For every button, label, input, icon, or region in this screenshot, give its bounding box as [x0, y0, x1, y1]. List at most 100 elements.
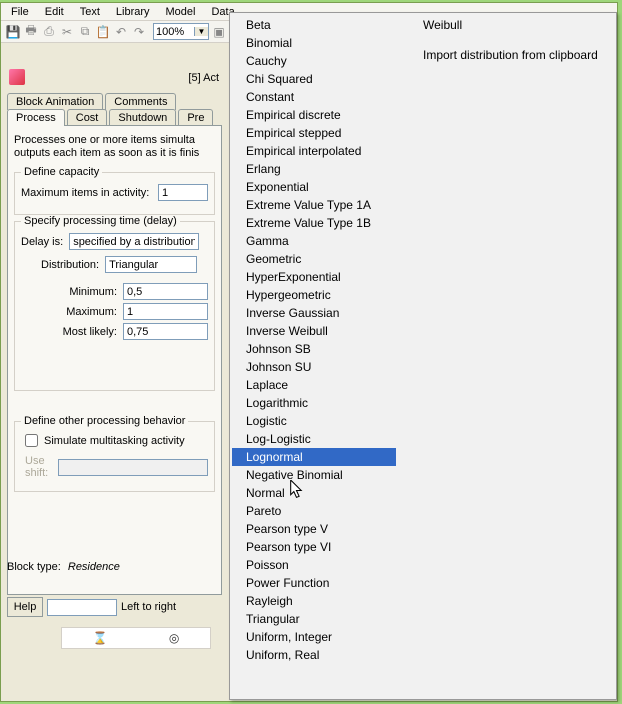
distribution-value[interactable] [106, 258, 196, 272]
dist-option-uniform-integer[interactable]: Uniform, Integer [232, 628, 396, 646]
dist-option-constant[interactable]: Constant [232, 88, 396, 106]
block-type-row: Block type: Residence [7, 561, 120, 573]
dist-option-weibull[interactable]: Weibull [409, 16, 612, 34]
distribution-label: Distribution: [41, 259, 99, 271]
help-button[interactable]: Help [7, 597, 43, 617]
max-items-input[interactable] [158, 184, 208, 201]
simulate-multitask-checkbox[interactable] [25, 434, 38, 447]
use-shift-input [58, 459, 208, 476]
fieldset-delay: Specify processing time (delay) Delay is… [14, 221, 215, 391]
tab-content-process: Processes one or more items simulta outp… [7, 125, 222, 595]
delay-is-combo[interactable] [69, 233, 199, 250]
dist-option-geometric[interactable]: Geometric [232, 250, 396, 268]
dist-option-cauchy[interactable]: Cauchy [232, 52, 396, 70]
redo-icon[interactable]: ↷ [131, 24, 147, 40]
fit-icon[interactable]: ▣ [211, 24, 227, 40]
dist-option-extreme-value-type-1b[interactable]: Extreme Value Type 1B [232, 214, 396, 232]
fieldset-other: Define other processing behavior Simulat… [14, 421, 215, 492]
save-icon[interactable]: 💾 [5, 24, 21, 40]
tab-cost[interactable]: Cost [67, 109, 108, 126]
dist-option-pearson-type-v[interactable]: Pearson type V [232, 520, 396, 538]
chevron-down-icon[interactable]: ▼ [194, 27, 208, 36]
distribution-dropdown-panel: BetaBinomialCauchyChi SquaredConstantEmp… [229, 12, 617, 700]
dist-option-empirical-stepped[interactable]: Empirical stepped [232, 124, 396, 142]
use-shift-label: Use shift: [25, 455, 52, 479]
dist-option-lognormal[interactable]: Lognormal [232, 448, 396, 466]
tab-pre[interactable]: Pre [178, 109, 213, 126]
delay-is-value[interactable] [70, 235, 198, 249]
max-items-label: Maximum items in activity: [21, 187, 158, 199]
menu-library[interactable]: Library [108, 4, 158, 20]
dist-option-normal[interactable]: Normal [232, 484, 396, 502]
most-likely-input[interactable] [123, 323, 208, 340]
dist-option-johnson-sb[interactable]: Johnson SB [232, 340, 396, 358]
menu-model[interactable]: Model [158, 4, 204, 20]
help-input[interactable] [47, 599, 117, 616]
most-likely-label: Most likely: [21, 326, 123, 338]
dist-option-rayleigh[interactable]: Rayleigh [232, 592, 396, 610]
tab-process[interactable]: Process [7, 109, 65, 126]
tab-row-1: Block Animation Comments [7, 93, 176, 110]
dist-option-inverse-weibull[interactable]: Inverse Weibull [232, 322, 396, 340]
dist-option-binomial[interactable]: Binomial [232, 34, 396, 52]
dist-option-laplace[interactable]: Laplace [232, 376, 396, 394]
legend-delay: Specify processing time (delay) [21, 215, 180, 227]
menu-file[interactable]: File [3, 4, 37, 20]
dist-option-log-logistic[interactable]: Log-Logistic [232, 430, 396, 448]
dist-option-johnson-su[interactable]: Johnson SU [232, 358, 396, 376]
dist-option-power-function[interactable]: Power Function [232, 574, 396, 592]
circle-icon: ◎ [169, 631, 179, 645]
menu-edit[interactable]: Edit [37, 4, 72, 20]
dist-option-pearson-type-vi[interactable]: Pearson type VI [232, 538, 396, 556]
legend-other: Define other processing behavior [21, 415, 188, 427]
dist-option-gamma[interactable]: Gamma [232, 232, 396, 250]
copy-icon[interactable]: ⧉ [77, 24, 93, 40]
dialog-title: [5] Act [188, 72, 219, 84]
print-icon[interactable]: 🖶 [23, 24, 39, 40]
dist-option-logistic[interactable]: Logistic [232, 412, 396, 430]
dist-option-negative-binomial[interactable]: Negative Binomial [232, 466, 396, 484]
dist-option-uniform-real[interactable]: Uniform, Real [232, 646, 396, 664]
dropdown-column-2: Weibull Import distribution from clipboar… [398, 13, 614, 699]
maximum-input[interactable] [123, 303, 208, 320]
minimum-label: Minimum: [21, 286, 123, 298]
menu-text[interactable]: Text [72, 4, 108, 20]
dialog-title-bar: [5] Act [9, 69, 219, 87]
dist-option-poisson[interactable]: Poisson [232, 556, 396, 574]
paste-icon[interactable]: 📋 [95, 24, 111, 40]
dist-option-exponential[interactable]: Exponential [232, 178, 396, 196]
help-row: Help Left to right [7, 597, 176, 617]
dist-option-empirical-discrete[interactable]: Empirical discrete [232, 106, 396, 124]
undo-icon[interactable]: ↶ [113, 24, 129, 40]
zoom-combo[interactable]: ▼ [153, 23, 209, 40]
cut-icon[interactable]: ✂ [59, 24, 75, 40]
dist-option-beta[interactable]: Beta [232, 16, 396, 34]
tab-row-2: Process Cost Shutdown Pre [7, 109, 213, 126]
dist-option-logarithmic[interactable]: Logarithmic [232, 394, 396, 412]
dist-option-erlang[interactable]: Erlang [232, 160, 396, 178]
dist-option-pareto[interactable]: Pareto [232, 502, 396, 520]
minimum-input[interactable] [123, 283, 208, 300]
legend-capacity: Define capacity [21, 166, 102, 178]
dist-option-hypergeometric[interactable]: Hypergeometric [232, 286, 396, 304]
distribution-combo[interactable] [105, 256, 197, 273]
dist-option-empirical-interpolated[interactable]: Empirical interpolated [232, 142, 396, 160]
maximum-label: Maximum: [21, 306, 123, 318]
dist-option-chi-squared[interactable]: Chi Squared [232, 70, 396, 88]
fieldset-capacity: Define capacity Maximum items in activit… [14, 172, 215, 215]
dropdown-column-1: BetaBinomialCauchyChi SquaredConstantEmp… [230, 13, 398, 699]
printer-icon[interactable]: ⎙ [41, 24, 57, 40]
dist-option-import-distribution-from-clipboard[interactable]: Import distribution from clipboard [409, 46, 612, 64]
dist-option-extreme-value-type-1a[interactable]: Extreme Value Type 1A [232, 196, 396, 214]
dist-option-triangular[interactable]: Triangular [232, 610, 396, 628]
tab-shutdown[interactable]: Shutdown [109, 109, 176, 126]
dist-option-hyperexponential[interactable]: HyperExponential [232, 268, 396, 286]
delay-is-label: Delay is: [21, 236, 63, 248]
block-diagram: ⌛ ◎ [61, 627, 211, 649]
tab-comments[interactable]: Comments [105, 93, 176, 110]
dist-option-inverse-gaussian[interactable]: Inverse Gaussian [232, 304, 396, 322]
block-type-label: Block type: [7, 561, 61, 573]
block-type-value: Residence [68, 561, 120, 573]
tab-block-animation[interactable]: Block Animation [7, 93, 103, 110]
zoom-input[interactable] [154, 25, 194, 39]
